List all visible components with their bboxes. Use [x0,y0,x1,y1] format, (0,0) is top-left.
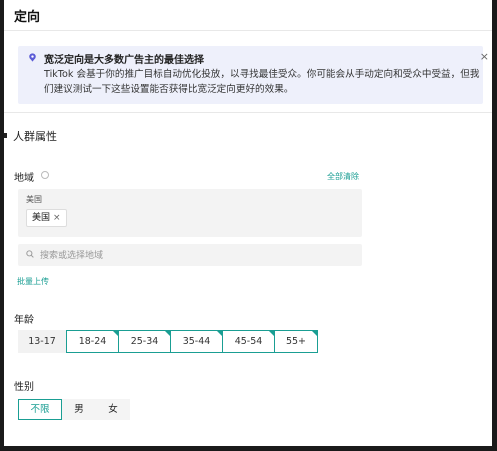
age-option-35-44[interactable]: 35-44 [170,330,223,353]
gender-option-male[interactable]: 男 [62,399,96,420]
search-icon [26,250,34,258]
region-label: 地域 [14,173,34,184]
targeting-panel: 定向 宽泛定向是大多数广告主的最佳选择 TikTok 会基于你的推广目标自动优化… [4,0,492,446]
age-option-25-34[interactable]: 25-34 [118,330,171,353]
notice-divider [4,112,492,113]
region-search-input[interactable] [38,247,342,265]
section-marker [4,133,7,138]
age-option-13-17[interactable]: 13-17 [18,330,66,353]
region-chip: 美国 × [26,209,67,227]
selected-corner-icon [312,331,317,336]
gender-selector: 不限 男 女 [18,399,130,420]
notice-body: TikTok 会基于你的推广目标自动优化投放，以寻找最佳受众。你可能会从手动定向… [44,69,480,95]
info-icon[interactable] [41,171,49,179]
gender-option-unlimited[interactable]: 不限 [18,399,62,420]
age-option-55-plus[interactable]: 55+ [274,330,318,353]
region-search[interactable] [18,244,362,266]
location-pin-icon [29,53,36,62]
audience-section-title: 人群属性 [13,130,57,143]
remove-icon[interactable]: × [53,213,61,223]
selected-regions-box: 美国 美国 × [18,189,362,237]
notice-title: 宽泛定向是大多数广告主的最佳选择 [44,55,204,66]
gender-option-female[interactable]: 女 [96,399,130,420]
clear-all-link[interactable]: 全部清除 [327,171,359,182]
close-icon[interactable]: × [480,50,489,63]
age-selector: 13-17 18-24 25-34 35-44 45-54 55+ [18,330,318,353]
age-option-45-54[interactable]: 45-54 [222,330,275,353]
header-divider [4,30,492,31]
gender-label: 性别 [14,382,34,393]
country-group-label: 美国 [26,195,42,204]
bulk-upload-link[interactable]: 批量上传 [17,276,49,287]
age-label: 年龄 [14,315,34,326]
broad-targeting-notice: 宽泛定向是大多数广告主的最佳选择 TikTok 会基于你的推广目标自动优化投放，… [18,46,489,104]
age-option-18-24[interactable]: 18-24 [66,330,119,353]
page-title: 定向 [14,10,41,25]
region-chip-label: 美国 [32,213,51,223]
